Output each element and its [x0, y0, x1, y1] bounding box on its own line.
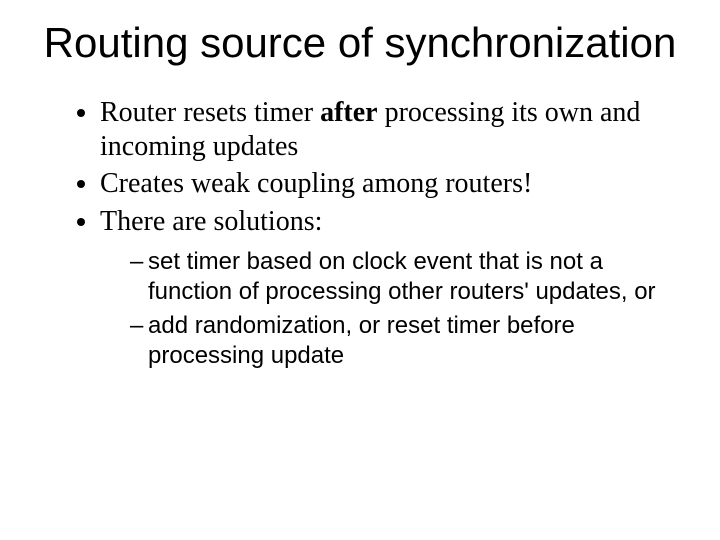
sub-bullet-item: add randomization, or reset timer before…: [130, 311, 680, 371]
sub-bullet-text: set timer based on clock event that is n…: [148, 248, 656, 305]
bullet-text-bold: after: [320, 97, 378, 128]
bullet-item: Creates weak coupling among routers!: [100, 167, 680, 201]
bullet-text-pre: Creates weak coupling among routers!: [100, 168, 532, 199]
sub-bullet-item: set timer based on clock event that is n…: [130, 247, 680, 307]
bullet-item: There are solutions: set timer based on …: [100, 205, 680, 371]
sub-bullet-list: set timer based on clock event that is n…: [100, 247, 680, 371]
bullet-text-pre: There are solutions:: [100, 206, 322, 237]
main-bullet-list: Router resets timer after processing its…: [40, 96, 680, 370]
slide: Routing source of synchronization Router…: [0, 0, 720, 540]
sub-bullet-text: add randomization, or reset timer before…: [148, 312, 575, 369]
bullet-text-pre: Router resets timer: [100, 97, 320, 128]
bullet-item: Router resets timer after processing its…: [100, 96, 680, 163]
slide-title: Routing source of synchronization: [40, 20, 680, 66]
